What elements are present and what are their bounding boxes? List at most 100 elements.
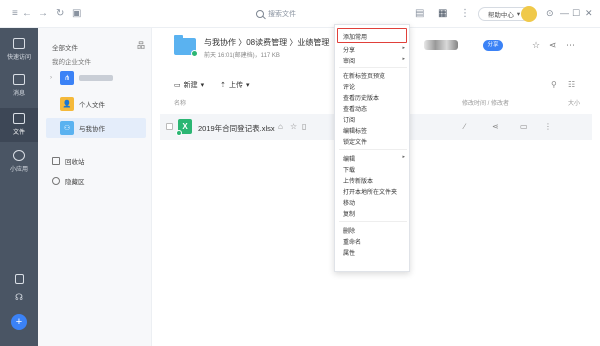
my-enterprise-files[interactable]: 我的企业文件 [52, 56, 91, 66]
menu-item-open-local-folder[interactable]: 打开本地所在文件夹 [343, 187, 407, 196]
lock-icon[interactable]: ⌂ [278, 122, 283, 131]
org-tree-icon[interactable]: 品 [137, 40, 145, 51]
sync-status-icon [176, 130, 182, 136]
new-label: 新建 [183, 82, 198, 89]
all-files-title[interactable]: 全部文件 [52, 42, 78, 52]
upload-label: 上传 [229, 82, 244, 89]
add-button[interactable]: + [11, 314, 27, 330]
close-icon[interactable]: ✕ [585, 8, 593, 18]
file-icon [13, 113, 25, 124]
forward-icon[interactable]: → [38, 8, 48, 20]
file-info-icon[interactable]: ▯ [302, 122, 306, 131]
minimize-icon[interactable]: — [560, 8, 569, 18]
star-icon[interactable]: ☆ [290, 122, 297, 131]
menu-item-move[interactable]: 移动 [343, 198, 407, 207]
rail-item-messages[interactable]: 消息 [0, 74, 38, 97]
personal-folder-icon: 👤 [60, 97, 74, 111]
file-name[interactable]: 2019年合同登记表.xlsx [198, 123, 275, 134]
rail-label: 快速访问 [6, 55, 31, 61]
edit-icon[interactable]: ∕ [464, 122, 465, 131]
member-avatars[interactable] [424, 40, 458, 50]
menu-item-lock-file[interactable]: 锁定文件 [343, 137, 407, 146]
menu-item-share[interactable]: 分享 ▸ [343, 45, 407, 54]
rail-item-quick-access[interactable]: 快速访问 [0, 38, 38, 61]
menu-item-label: 下载 [343, 168, 356, 174]
upload-icon: ⇡ [220, 82, 227, 89]
menu-item-preview-tab[interactable]: 在新标签页预览 [343, 71, 407, 80]
menu-item-label: 删除 [343, 229, 356, 235]
menu-item-label: 锁定文件 [343, 140, 368, 146]
submenu-arrow-icon: ▸ [402, 154, 405, 160]
menu-item-add-favorite[interactable]: 添加常用 [343, 32, 407, 41]
avatar[interactable] [521, 6, 537, 22]
hidden-icon [52, 177, 60, 185]
filter-icon[interactable]: ⚲ [551, 80, 557, 89]
menu-item-subscribe[interactable]: 订阅 [343, 115, 407, 124]
menu-item-history[interactable]: 查看历史版本 [343, 93, 407, 102]
menu-item-edit-tags[interactable]: 编辑标签 [343, 126, 407, 135]
sync-status-icon [191, 50, 198, 57]
search-input[interactable]: 搜索文件 [256, 7, 340, 21]
rail-item-files[interactable]: 文件 [0, 108, 38, 142]
menu-item-rename[interactable]: 重命名 [343, 237, 407, 246]
task-icon[interactable]: ▤ [415, 8, 424, 20]
chevron-right-icon: › [50, 75, 52, 81]
headset-icon: ☊ [15, 292, 23, 302]
refresh-icon[interactable]: ↻ [56, 8, 64, 20]
new-button[interactable]: ▭ 新建 ▾ [174, 80, 204, 90]
row-checkbox[interactable] [166, 123, 173, 130]
menu-item-review[interactable]: 审阅 ▸ [343, 56, 407, 65]
menu-divider [339, 149, 407, 150]
notification-icon[interactable]: ⋮ [460, 8, 470, 20]
sidebar-item-enterprise[interactable]: › ⋔ [46, 68, 146, 88]
sidebar-item-collab[interactable]: ⚇ 与我协作 [46, 118, 146, 138]
menu-item-activity[interactable]: 查看动态 [343, 104, 407, 113]
help-center-label: 帮助中心 [487, 12, 514, 19]
menu-divider [339, 221, 407, 222]
menu-item-label: 属性 [343, 251, 356, 257]
share-icon[interactable]: ⋖ [492, 122, 499, 131]
menu-item-label: 上传新版本 [343, 179, 374, 185]
sidebar-item-private[interactable]: 隐藏区 [52, 176, 85, 186]
comment-icon[interactable]: ▭ [520, 122, 528, 131]
upload-button[interactable]: ⇡ 上传 ▾ [220, 80, 249, 90]
menu-icon[interactable]: ≡ [12, 8, 18, 20]
view-toggle-icon[interactable]: ☷ [568, 80, 575, 89]
menu-item-label: 查看历史版本 [343, 96, 380, 102]
more-icon[interactable]: ⋯ [566, 40, 575, 50]
menu-item-label: 在新标签页预览 [343, 74, 386, 80]
menu-item-upload-version[interactable]: 上传新版本 [343, 176, 407, 185]
column-header-name[interactable]: 名称 [174, 98, 186, 107]
menu-item-comment[interactable]: 评论 [343, 82, 407, 91]
menu-item-delete[interactable]: 删除 [343, 226, 407, 235]
sync-icon[interactable]: ▦ [438, 8, 447, 20]
share-icon[interactable]: ⋖ [549, 40, 557, 50]
skin-icon[interactable]: ⊙ [546, 8, 554, 18]
more-icon[interactable]: ⋮ [544, 122, 552, 131]
maximize-icon[interactable]: ☐ [572, 8, 580, 18]
sidebar-item-personal[interactable]: 👤 个人文件 [46, 94, 146, 114]
menu-item-download[interactable]: 下载 [343, 165, 407, 174]
menu-item-properties[interactable]: 属性 [343, 248, 407, 257]
menu-item-copy[interactable]: 复制 [343, 209, 407, 218]
menu-item-label: 编辑标签 [343, 129, 368, 135]
chevron-down-icon: ▾ [246, 82, 250, 89]
rail-item-support[interactable]: ☊ [0, 292, 38, 303]
rail-item-apps[interactable]: 小应用 [0, 150, 38, 173]
rail-item-device[interactable] [0, 274, 38, 284]
share-button[interactable]: 分享 [483, 40, 503, 51]
menu-item-label: 审阅 [343, 59, 356, 65]
breadcrumb[interactable]: 与我协作 〉08读费管理 〉业绩管理 [204, 37, 329, 48]
column-header-time[interactable]: 修改时间 / 修改者 [462, 98, 509, 107]
back-icon[interactable]: ← [22, 8, 32, 20]
left-rail: 快速访问 消息 文件 小应用 ☊ + [0, 28, 38, 346]
search-placeholder: 搜索文件 [268, 11, 296, 18]
menu-item-label: 订阅 [343, 118, 356, 124]
chevron-down-icon: ▾ [200, 82, 205, 89]
window-icon[interactable]: ▣ [72, 8, 81, 20]
star-icon[interactable]: ☆ [532, 40, 540, 50]
trash-icon [52, 157, 60, 165]
menu-item-edit[interactable]: 编辑 ▸ [343, 154, 407, 163]
sidebar-item-recycle[interactable]: 回收站 [52, 156, 85, 166]
column-header-size[interactable]: 大小 [568, 98, 580, 107]
